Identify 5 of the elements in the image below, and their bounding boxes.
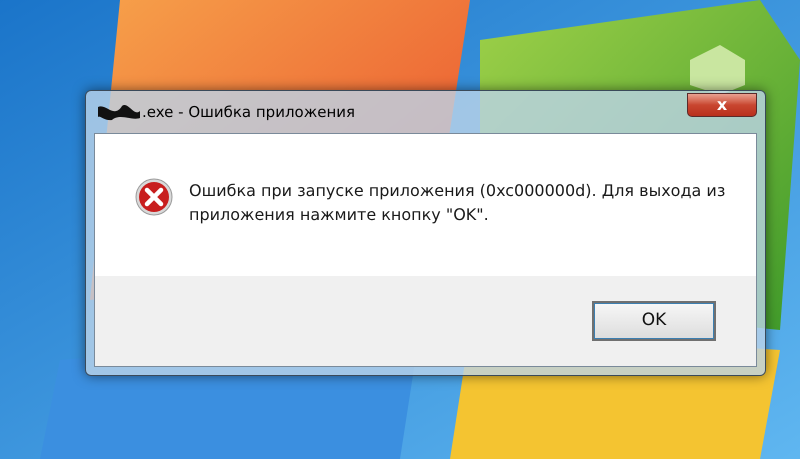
ok-button[interactable]: OK <box>592 301 716 341</box>
error-message: Ошибка при запуске приложения (0xc000000d). Для выхода из приложения нажмите кнопку "OK". <box>189 180 726 226</box>
close-button[interactable]: x <box>687 93 757 117</box>
error-icon <box>135 178 173 216</box>
window-title: .exe - Ошибка приложения <box>142 102 356 123</box>
